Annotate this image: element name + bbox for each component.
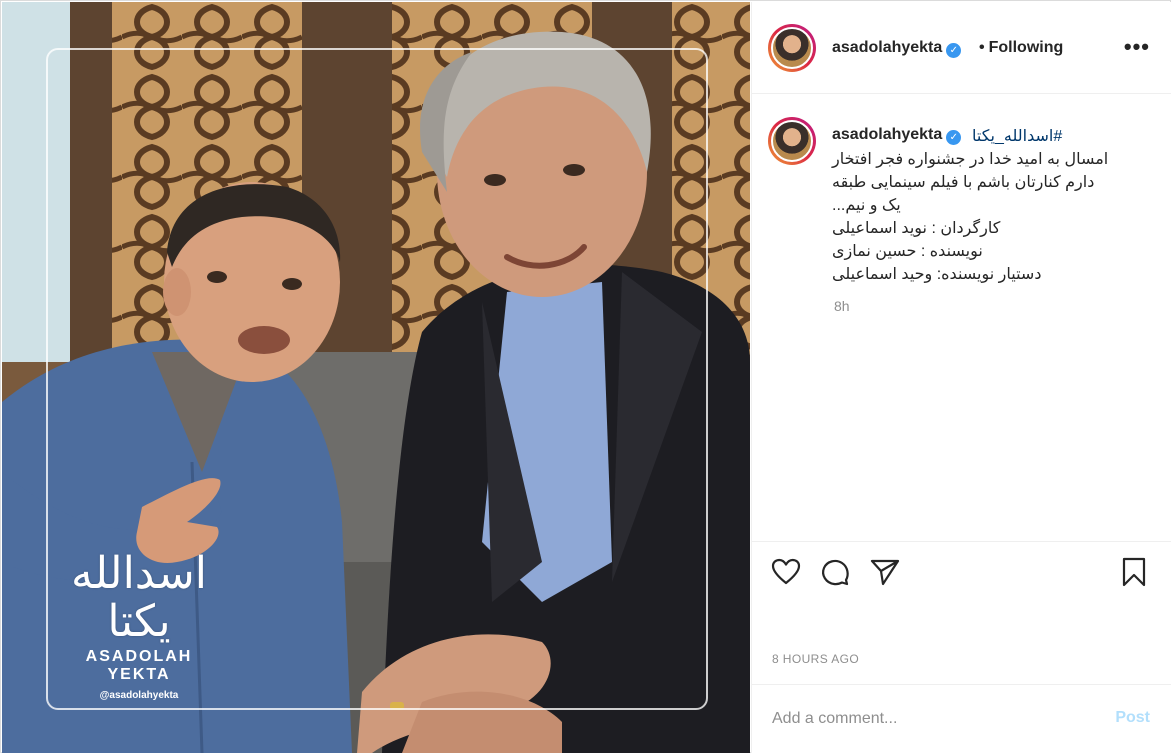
- follow-status[interactable]: • Following: [975, 39, 1063, 57]
- caption-line: دستیار نویسنده: وحید اسماعیلی: [832, 266, 1042, 283]
- caption-avatar[interactable]: [768, 117, 816, 165]
- post-photo[interactable]: اسدالله یکتا ASADOLAH YEKTA @asadolahyek…: [2, 2, 750, 753]
- post-modal: اسدالله یکتا ASADOLAH YEKTA @asadolahyek…: [0, 0, 1171, 753]
- action-bar: [752, 541, 1171, 605]
- following-button[interactable]: Following: [989, 39, 1064, 56]
- caption-line: یک و نیم...: [832, 197, 901, 214]
- comment-bar: Post: [752, 684, 1171, 753]
- send-icon[interactable]: [869, 556, 903, 590]
- watermark-calligraphy: اسدالله یکتا: [71, 548, 209, 647]
- caption-username[interactable]: asadolahyekta ✓: [832, 126, 962, 145]
- more-horizontal-icon[interactable]: •••: [1124, 34, 1150, 60]
- verified-badge-icon: ✓: [946, 130, 962, 145]
- caption-line: امسال به امید خدا در جشنواره فجر افتخار: [832, 151, 1109, 168]
- username-text[interactable]: asadolahyekta: [832, 39, 942, 56]
- comment-icon[interactable]: [819, 556, 853, 590]
- avatar[interactable]: [768, 24, 816, 72]
- watermark-handle: @asadolahyekta: [99, 690, 179, 701]
- caption-line: دارم کنارتان باشم با فیلم سینمایی طبقه: [832, 174, 1095, 191]
- post-header: asadolahyekta ✓ • Following •••: [752, 2, 1171, 94]
- heart-icon[interactable]: [770, 556, 804, 590]
- watermark-latin-name: ASADOLAH YEKTA: [85, 648, 193, 683]
- watermark-logo: اسدالله یکتا ASADOLAH YEKTA @asadolahyek…: [54, 548, 224, 702]
- verified-badge-icon: ✓: [946, 43, 962, 58]
- dot-separator: •: [979, 39, 985, 56]
- post-sidebar: asadolahyekta ✓ • Following ••• asadolahye…: [751, 2, 1171, 753]
- caption-block: asadolahyekta ✓ #اسدالله_یکتا امسال به ام…: [752, 95, 1171, 541]
- bookmark-icon[interactable]: [1118, 556, 1152, 590]
- caption-line: نویسنده : حسین نمازی: [832, 243, 983, 260]
- post-timestamp[interactable]: 8 HOURS AGO: [772, 652, 859, 666]
- post-comment-button[interactable]: Post: [1115, 709, 1150, 727]
- caption-text: امسال به امید خدا در جشنواره فجر افتخار …: [832, 148, 1122, 286]
- caption-line: کارگردان : نوید اسماعیلی: [832, 220, 1001, 237]
- header-username[interactable]: asadolahyekta ✓: [832, 39, 962, 58]
- caption-username-text[interactable]: asadolahyekta: [832, 126, 942, 143]
- caption-age[interactable]: 8h: [834, 298, 850, 314]
- comment-input[interactable]: [772, 707, 1092, 731]
- caption-hashtag[interactable]: #اسدالله_یکتا: [972, 126, 1062, 146]
